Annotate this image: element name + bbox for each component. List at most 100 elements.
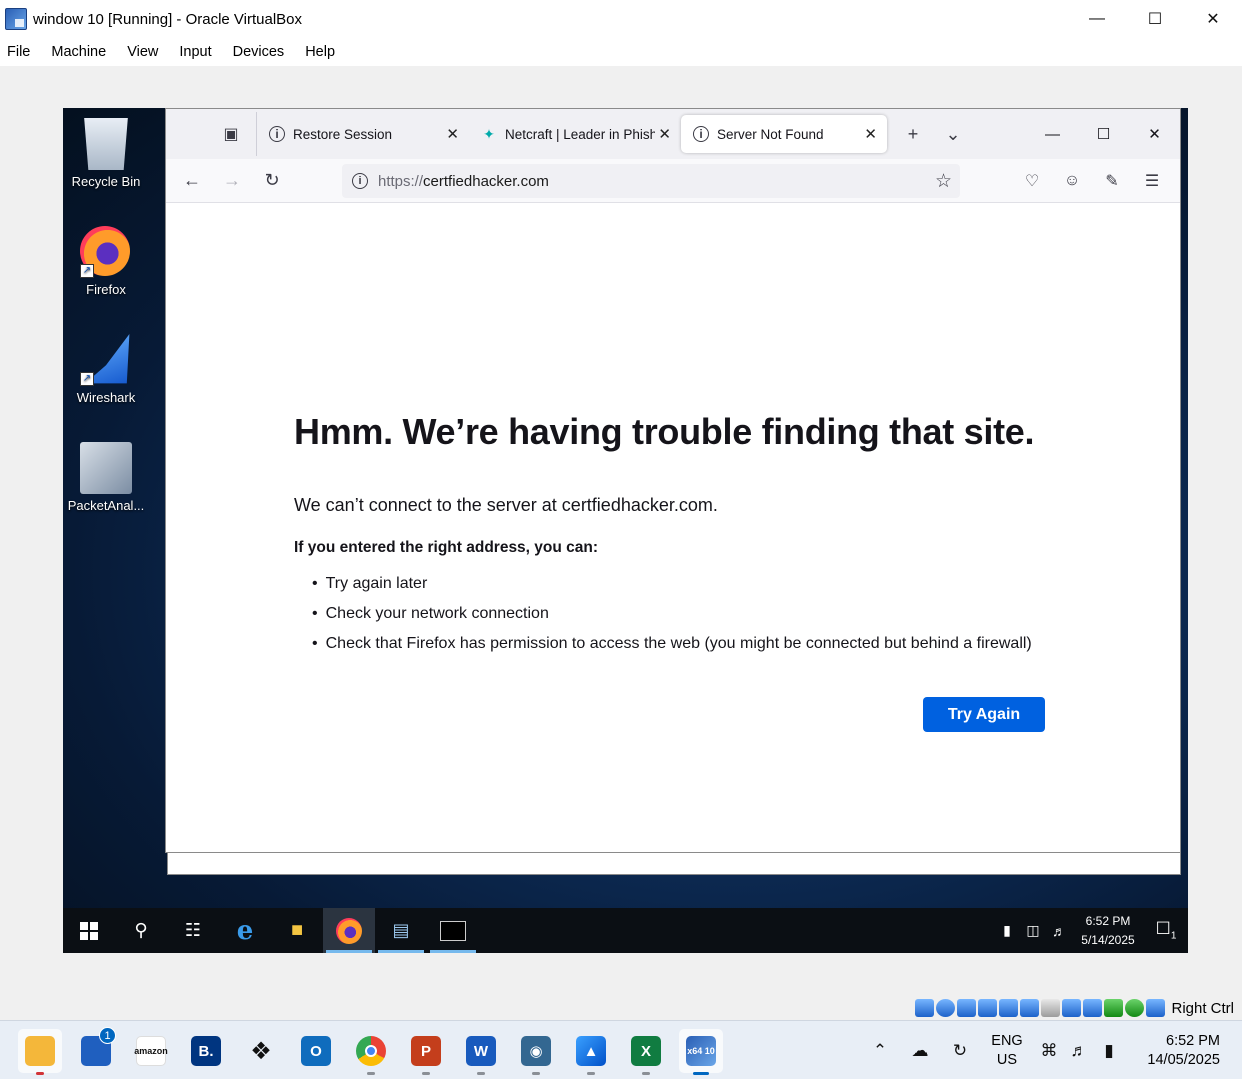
desktop-icon-packet-analyzer[interactable]: PacketAnal... (63, 442, 149, 513)
tab-close-icon[interactable]: ✕ (864, 125, 877, 143)
battery-icon[interactable]: ▮ (1094, 1041, 1124, 1061)
menu-machine[interactable]: Machine (51, 44, 106, 60)
list-all-tabs-icon[interactable]: ⌄ (933, 115, 973, 153)
new-tab-icon[interactable]: + (893, 115, 933, 153)
hard-disk-icon[interactable] (915, 999, 935, 1017)
host-app-dropbox[interactable]: ❖ (239, 1029, 283, 1073)
keyboard-capture-icon[interactable] (1146, 999, 1166, 1017)
forward-icon[interactable]: → (212, 165, 252, 197)
close-button[interactable]: ✕ (1184, 0, 1242, 38)
error-description: We can’t connect to the server at certfi… (294, 495, 718, 515)
guest-clock[interactable]: 6:52 PM 5/14/2025 (1072, 912, 1144, 950)
minimize-button[interactable]: — (1068, 0, 1126, 38)
minimize-button[interactable]: — (1027, 109, 1078, 159)
wireshark-icon-wrap: ↗ (80, 334, 132, 386)
network-adapter-icon[interactable] (999, 999, 1019, 1017)
url-text[interactable]: https://certfiedhacker.com (378, 173, 549, 190)
cmd-window-glyph (440, 920, 466, 941)
toolbar-right: ♡ ☺ ✎ ☰ (1012, 159, 1180, 203)
desktop-icon-label: Wireshark (76, 390, 136, 405)
tab-close-icon[interactable]: ✕ (658, 125, 671, 143)
optical-drive-icon[interactable] (936, 999, 956, 1017)
shared-folders-icon[interactable] (1041, 999, 1061, 1017)
desktop-icon-firefox[interactable]: ↗ Firefox (63, 226, 149, 297)
word-icon: W (466, 1036, 496, 1066)
reload-icon[interactable]: ↻ (252, 165, 292, 197)
menu-file[interactable]: File (7, 44, 30, 60)
onedrive-offline-icon[interactable]: ☁ (900, 1041, 940, 1061)
host-app-postgresql[interactable]: ◉ (514, 1029, 558, 1075)
host-app-booking[interactable]: B. (184, 1029, 228, 1073)
host-app-amazon[interactable]: amazon (129, 1029, 173, 1073)
task-view-icon[interactable]: ☷ (167, 908, 219, 953)
site-info-icon[interactable]: i (352, 173, 368, 189)
volume-muted-icon[interactable]: ♬ (1046, 923, 1072, 939)
command-prompt-icon[interactable] (427, 908, 479, 953)
host-app-photos[interactable]: ▲ (569, 1029, 613, 1075)
menu-input[interactable]: Input (179, 44, 211, 60)
url-bar[interactable]: i https://certfiedhacker.com ☆ (342, 164, 960, 198)
start-button[interactable] (63, 908, 115, 953)
host-app-chrome[interactable] (349, 1029, 393, 1075)
cpu-icon[interactable] (1104, 999, 1124, 1017)
desktop-icon-recycle-bin[interactable]: Recycle Bin (63, 118, 149, 189)
firefox-window: ▣ i Restore Session ✕ ✦ Netcraft | Leade… (165, 108, 1181, 853)
recording-icon[interactable] (1083, 999, 1103, 1017)
guest-screen[interactable]: Recycle Bin ↗ Firefox ↗ Wireshark Packet… (63, 108, 1188, 953)
menu-hamburger-icon[interactable]: ☰ (1132, 165, 1172, 197)
virtualbox-icon (5, 8, 27, 30)
packet-analyzer-taskbar-icon[interactable]: ▤ (375, 908, 427, 953)
guest-system-tray: ▮ ◫ ♬ 6:52 PM 5/14/2025 ☐1 (994, 908, 1188, 953)
battery-icon[interactable]: ▮ (994, 922, 1020, 939)
tab-close-icon[interactable]: ✕ (446, 125, 459, 143)
pocket-icon[interactable]: ♡ (1012, 165, 1052, 197)
back-icon[interactable]: ← (172, 165, 212, 197)
powerpoint-icon: P (411, 1036, 441, 1066)
file-explorer-icon[interactable]: ■ (271, 908, 323, 953)
input-language[interactable]: ENG US (980, 1032, 1034, 1070)
volume-icon[interactable]: ♬ (1064, 1041, 1094, 1061)
taskbar-firefox[interactable] (323, 908, 375, 953)
usb-icon[interactable] (1020, 999, 1040, 1017)
desktop-icon-wireshark[interactable]: ↗ Wireshark (63, 334, 149, 405)
maximize-button[interactable]: ☐ (1078, 109, 1129, 159)
close-button[interactable]: ✕ (1129, 109, 1180, 159)
region-code: US (996, 1051, 1018, 1068)
extensions-icon[interactable]: ✎ (1092, 165, 1132, 197)
url-scheme: https:// (378, 172, 424, 190)
suggestion-item: Check that Firefox has permission to acc… (312, 629, 1032, 659)
host-app-virtualbox[interactable]: x64 10 (679, 1029, 723, 1075)
host-app-store[interactable]: 1 (74, 1027, 118, 1073)
host-app-excel[interactable]: X (624, 1029, 668, 1075)
wifi-icon[interactable]: ⌘ (1034, 1041, 1064, 1061)
host-app-outlook[interactable]: O (294, 1029, 338, 1073)
try-again-button[interactable]: Try Again (923, 697, 1045, 732)
firefox-view-icon[interactable]: ▣ (206, 109, 256, 159)
chevron-up-icon[interactable]: ⌃ (860, 1041, 900, 1061)
host-app-file-explorer[interactable] (18, 1029, 62, 1075)
sync-icon[interactable]: ↻ (940, 1041, 980, 1061)
maximize-button[interactable]: ☐ (1126, 0, 1184, 38)
menu-help[interactable]: Help (305, 44, 335, 60)
floppy-icon[interactable] (957, 999, 977, 1017)
action-center-icon[interactable]: ☐1 (1144, 919, 1188, 941)
tab-restore-session[interactable]: i Restore Session ✕ (257, 115, 469, 153)
internet-explorer-icon[interactable]: e (219, 908, 271, 953)
tab-netcraft[interactable]: ✦ Netcraft | Leader in Phishi ✕ (469, 115, 681, 153)
running-indicator (693, 1072, 709, 1075)
netcraft-icon: ✦ (483, 126, 495, 142)
bookmark-star-icon[interactable]: ☆ (935, 170, 952, 193)
host-app-powerpoint[interactable]: P (404, 1029, 448, 1075)
tab-server-not-found[interactable]: i Server Not Found ✕ (681, 115, 887, 153)
host-clock[interactable]: 6:52 PM 14/05/2025 (1124, 1032, 1242, 1070)
suggestion-list: Try again later Check your network conne… (312, 569, 1032, 659)
audio-icon[interactable] (978, 999, 998, 1017)
network-icon[interactable]: ◫ (1020, 922, 1046, 939)
menu-devices[interactable]: Devices (233, 44, 285, 60)
host-app-word[interactable]: W (459, 1029, 503, 1075)
search-icon[interactable]: ⚲ (115, 908, 167, 953)
display-icon[interactable] (1062, 999, 1082, 1017)
menu-view[interactable]: View (127, 44, 158, 60)
account-icon[interactable]: ☺ (1052, 165, 1092, 197)
mouse-integration-icon[interactable] (1125, 999, 1145, 1017)
